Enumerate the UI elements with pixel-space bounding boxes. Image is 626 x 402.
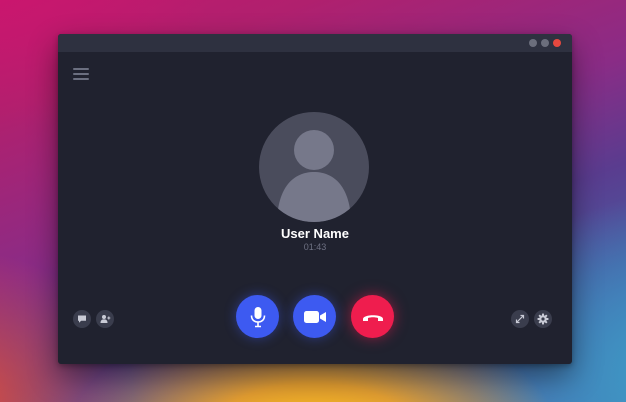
mute-microphone-button[interactable] xyxy=(236,295,279,338)
expand-arrows-icon xyxy=(515,314,525,324)
add-user-button[interactable] xyxy=(96,310,114,328)
settings-button[interactable] xyxy=(534,310,552,328)
close-button[interactable] xyxy=(553,39,561,47)
hamburger-menu-icon[interactable] xyxy=(73,68,89,80)
phone-hangup-icon xyxy=(362,314,383,321)
gear-icon xyxy=(537,313,549,325)
user-avatar xyxy=(259,112,369,222)
video-camera-icon xyxy=(303,310,326,323)
minimize-button[interactable] xyxy=(529,39,537,47)
end-call-button[interactable] xyxy=(351,295,394,338)
title-bar xyxy=(58,34,572,52)
microphone-icon xyxy=(250,306,265,327)
video-call-window: User Name 01:43 xyxy=(58,34,572,364)
add-user-icon xyxy=(100,315,110,323)
user-silhouette-icon xyxy=(277,130,351,222)
fullscreen-button[interactable] xyxy=(511,310,529,328)
caller-name: User Name xyxy=(281,226,349,241)
toggle-video-button[interactable] xyxy=(293,295,336,338)
call-timer: 01:43 xyxy=(303,242,327,252)
chat-bubble-icon xyxy=(78,315,86,323)
maximize-button[interactable] xyxy=(541,39,549,47)
chat-button[interactable] xyxy=(73,310,91,328)
